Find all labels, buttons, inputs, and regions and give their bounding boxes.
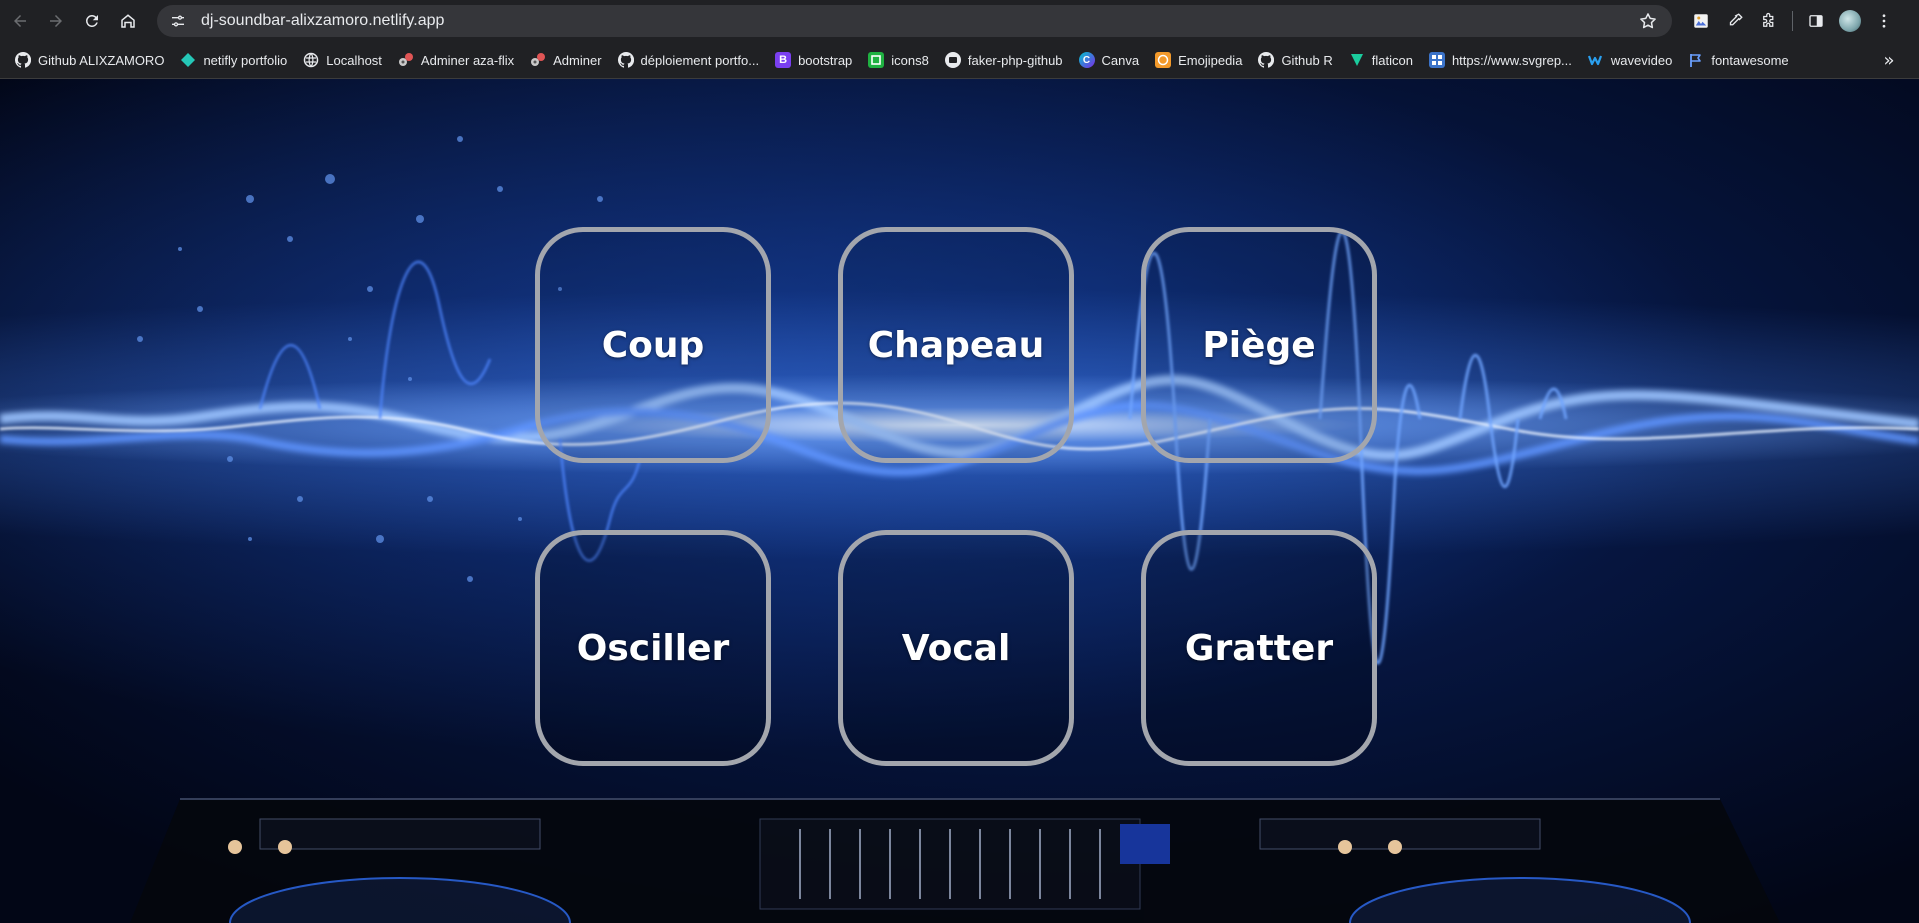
- bookmark-netlify-portfolio[interactable]: netifly portfolio: [173, 46, 294, 74]
- wavevideo-icon: [1587, 52, 1604, 68]
- github-icon: [617, 52, 634, 68]
- address-bar[interactable]: dj-soundbar-alixzamoro.netlify.app: [157, 5, 1672, 37]
- bookmark-github-r[interactable]: Github R: [1251, 46, 1339, 74]
- bookmark-label: bootstrap: [798, 52, 853, 68]
- bookmark-label: icons8: [891, 52, 929, 68]
- github-icon: [1258, 52, 1275, 68]
- toolbar-separator: [1792, 11, 1793, 31]
- bookmark-label: flaticon: [1371, 52, 1413, 68]
- bookmarks-bar: Github ALIXZAMORO netifly portfolio Loca…: [0, 42, 1919, 79]
- netlify-icon: [180, 52, 196, 68]
- bookmark-wavevideo[interactable]: wavevideo: [1581, 46, 1679, 74]
- bookmark-label: fontawesome: [1711, 52, 1789, 68]
- bookmark-fontawesome[interactable]: fontawesome: [1681, 46, 1795, 74]
- extension-eyedropper-icon[interactable]: [1718, 4, 1752, 38]
- bookmark-label: https://www.svgrep...: [1451, 52, 1572, 68]
- bookmark-adminer-aza-flix[interactable]: Adminer aza-flix: [391, 46, 521, 74]
- pad-osciller[interactable]: Osciller: [535, 530, 771, 766]
- bookmark-adminer[interactable]: Adminer: [523, 46, 608, 74]
- arrow-right-icon: [50, 15, 62, 27]
- bookmark-emojipedia[interactable]: Emojipedia: [1148, 46, 1249, 74]
- fontawesome-icon: [1688, 52, 1704, 68]
- bookmark-label: Emojipedia: [1178, 52, 1243, 68]
- canva-icon: C: [1078, 52, 1095, 68]
- browser-toolbar: dj-soundbar-alixzamoro.netlify.app: [0, 0, 1919, 42]
- pad-vocal[interactable]: Vocal: [838, 530, 1074, 766]
- bookmark-flaticon[interactable]: flaticon: [1342, 46, 1420, 74]
- bookmarks-overflow-chevron-icon[interactable]: »: [1877, 48, 1901, 72]
- adminer-icon: [530, 52, 546, 68]
- pad-coup[interactable]: Coup: [535, 227, 771, 463]
- bookmark-label: wavevideo: [1610, 52, 1673, 68]
- pad-chapeau[interactable]: Chapeau: [838, 227, 1074, 463]
- bookmark-label: Github R: [1281, 52, 1333, 68]
- menu-kebab-icon[interactable]: [1867, 4, 1901, 38]
- forward-button[interactable]: [38, 3, 74, 39]
- globe-icon: [303, 52, 319, 68]
- svgrepo-icon: [1428, 52, 1445, 68]
- pad-piege[interactable]: Piège: [1141, 227, 1377, 463]
- adminer-icon: [398, 52, 414, 68]
- bookmark-localhost[interactable]: Localhost: [296, 46, 389, 74]
- bookmark-icons8[interactable]: icons8: [861, 46, 936, 74]
- bookmark-github-alixzamoro[interactable]: Github ALIXZAMORO: [8, 46, 171, 74]
- profile-avatar[interactable]: [1833, 4, 1867, 38]
- reload-icon: [85, 14, 98, 27]
- bookmark-bootstrap[interactable]: B bootstrap: [768, 46, 859, 74]
- github-icon: [15, 52, 31, 68]
- bookmark-label: Github ALIXZAMORO: [38, 52, 165, 68]
- home-button[interactable]: [110, 3, 146, 39]
- faker-icon: [944, 52, 961, 68]
- bookmark-canva[interactable]: C Canva: [1072, 46, 1147, 74]
- emojipedia-icon: [1155, 52, 1172, 68]
- arrow-left-icon: [14, 15, 26, 27]
- bookmark-label: faker-php-github: [967, 52, 1063, 68]
- bookmark-star-icon[interactable]: [1638, 11, 1658, 31]
- bookmark-faker-php-github[interactable]: faker-php-github: [938, 46, 1070, 74]
- pad-gratter[interactable]: Gratter: [1141, 530, 1377, 766]
- pad-grid: Coup Chapeau Piège Osciller Vocal Gratte…: [535, 227, 1383, 853]
- flaticon-icon: [1349, 52, 1365, 68]
- bootstrap-icon: B: [775, 52, 792, 68]
- home-icon: [121, 14, 135, 28]
- bookmark-svgrepo[interactable]: https://www.svgrep...: [1422, 46, 1579, 74]
- avatar: [1839, 10, 1861, 32]
- soundboard-page: Coup Chapeau Piège Osciller Vocal Gratte…: [0, 79, 1919, 923]
- bookmark-label: Canva: [1101, 52, 1140, 68]
- bookmark-label: Adminer: [553, 52, 602, 68]
- reload-button[interactable]: [74, 3, 110, 39]
- extension-image-icon[interactable]: [1684, 4, 1718, 38]
- url-text[interactable]: dj-soundbar-alixzamoro.netlify.app: [201, 12, 444, 30]
- extensions-puzzle-icon[interactable]: [1752, 4, 1786, 38]
- icons8-icon: [868, 52, 885, 68]
- bookmark-label: Adminer aza-flix: [420, 52, 515, 68]
- bookmark-deploiement-portfolio[interactable]: déploiement portfo...: [611, 46, 767, 74]
- site-settings-icon[interactable]: [169, 12, 187, 30]
- bookmark-label: Localhost: [326, 52, 382, 68]
- back-button[interactable]: [2, 3, 38, 39]
- extensions-area: [1684, 0, 1901, 42]
- bookmark-label: déploiement portfo...: [640, 52, 760, 68]
- bookmark-label: netifly portfolio: [203, 52, 288, 68]
- side-panel-icon[interactable]: [1799, 4, 1833, 38]
